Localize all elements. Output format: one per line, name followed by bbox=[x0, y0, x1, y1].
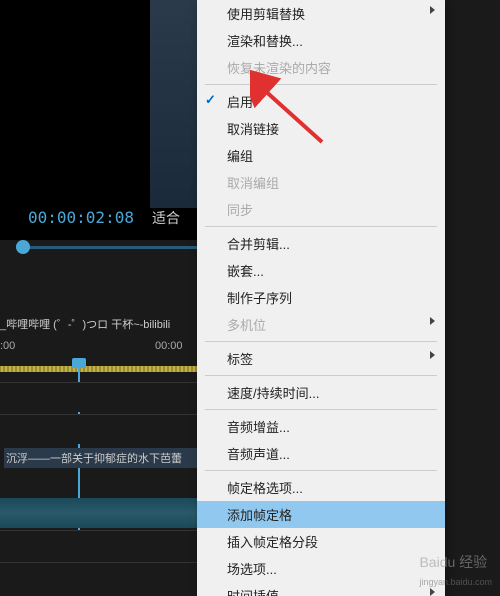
menu-separator bbox=[205, 470, 437, 471]
menu-item-label: 制作子序列 bbox=[227, 291, 292, 306]
video-frame bbox=[150, 0, 200, 208]
sequence-title: _哔哩哔哩 (゜-゜)つロ 干杯~-bilibili bbox=[0, 316, 200, 332]
menu-item: 多机位 bbox=[197, 311, 445, 338]
menu-item-label: 使用剪辑替换 bbox=[227, 7, 305, 22]
video-clip[interactable]: 沉浮——一部关于抑郁症的水下芭蕾 bbox=[4, 448, 200, 468]
menu-item-label: 恢复未渲染的内容 bbox=[227, 61, 331, 76]
menu-item[interactable]: 添加帧定格 bbox=[197, 501, 445, 528]
menu-item-label: 编组 bbox=[227, 149, 253, 164]
menu-item-label: 渲染和替换... bbox=[227, 34, 303, 49]
timecode-display[interactable]: 00:00:02:08 bbox=[28, 208, 134, 227]
menu-item: 恢复未渲染的内容 bbox=[197, 54, 445, 81]
menu-item-label: 合并剪辑... bbox=[227, 237, 290, 252]
menu-item: 取消编组 bbox=[197, 169, 445, 196]
timeline-zoom-bar[interactable] bbox=[0, 366, 200, 372]
menu-item-label: 嵌套... bbox=[227, 264, 264, 279]
menu-item-label: 速度/持续时间... bbox=[227, 386, 319, 401]
time-tick: 00:00 bbox=[155, 340, 183, 352]
menu-item[interactable]: 标签 bbox=[197, 345, 445, 372]
menu-item-label: 多机位 bbox=[227, 318, 266, 333]
time-tick: :00 bbox=[0, 340, 15, 352]
context-menu: 使用剪辑替换渲染和替换... 恢复未渲染的内容 ✓ 启用取消链接编组取消编组同步合并剪… bbox=[197, 0, 445, 596]
menu-item-label: 标签 bbox=[227, 352, 253, 367]
submenu-arrow-icon bbox=[430, 588, 435, 596]
menu-separator bbox=[205, 341, 437, 342]
menu-item[interactable]: 音频声道... bbox=[197, 440, 445, 467]
ruler-handle[interactable] bbox=[16, 240, 30, 254]
menu-item-label: 同步 bbox=[227, 203, 253, 218]
menu-item[interactable]: 取消链接 bbox=[197, 115, 445, 142]
menu-item-label: 时间插值 bbox=[227, 589, 279, 596]
menu-item-label: 启用 bbox=[227, 95, 253, 110]
menu-item-label: 音频增益... bbox=[227, 420, 290, 435]
menu-item-label: 帧定格选项... bbox=[227, 481, 303, 496]
video-track-empty[interactable] bbox=[0, 382, 200, 412]
watermark: Baidu 经验 jingyan.baidu.com bbox=[419, 552, 492, 588]
menu-separator bbox=[205, 84, 437, 85]
audio-track-empty[interactable] bbox=[0, 530, 200, 560]
menu-separator bbox=[205, 226, 437, 227]
submenu-arrow-icon bbox=[430, 351, 435, 359]
menu-item[interactable]: 场选项... bbox=[197, 555, 445, 582]
submenu-arrow-icon bbox=[430, 6, 435, 14]
fit-label[interactable]: 适合 bbox=[152, 208, 180, 228]
zoom-ruler[interactable] bbox=[16, 238, 200, 258]
menu-item[interactable]: 合并剪辑... bbox=[197, 230, 445, 257]
menu-item-label: 取消链接 bbox=[227, 122, 279, 137]
menu-item-label: 插入帧定格分段 bbox=[227, 535, 318, 550]
menu-item-label: 场选项... bbox=[227, 562, 277, 577]
menu-item[interactable]: 编组 bbox=[197, 142, 445, 169]
menu-item[interactable]: 嵌套... bbox=[197, 257, 445, 284]
menu-item[interactable]: 使用剪辑替换 bbox=[197, 0, 445, 27]
checkmark-icon: ✓ bbox=[205, 92, 216, 108]
video-preview-area bbox=[0, 0, 200, 240]
menu-separator bbox=[205, 375, 437, 376]
menu-item-label: 添加帧定格 bbox=[227, 508, 292, 523]
menu-item-label: 音频声道... bbox=[227, 447, 290, 462]
audio-track-empty[interactable] bbox=[0, 562, 200, 592]
menu-item[interactable]: 帧定格选项... bbox=[197, 474, 445, 501]
menu-item[interactable]: 时间插值 bbox=[197, 582, 445, 596]
submenu-arrow-icon bbox=[430, 317, 435, 325]
menu-item: 同步 bbox=[197, 196, 445, 223]
menu-item-label: 取消编组 bbox=[227, 176, 279, 191]
menu-separator bbox=[205, 409, 437, 410]
video-track-empty[interactable] bbox=[0, 414, 200, 444]
audio-track[interactable] bbox=[0, 498, 200, 528]
menu-item[interactable]: ✓ 启用 bbox=[197, 88, 445, 115]
menu-item[interactable]: 制作子序列 bbox=[197, 284, 445, 311]
menu-item[interactable]: 渲染和替换... bbox=[197, 27, 445, 54]
menu-item[interactable]: 音频增益... bbox=[197, 413, 445, 440]
menu-item[interactable]: 速度/持续时间... bbox=[197, 379, 445, 406]
menu-item[interactable]: 插入帧定格分段 bbox=[197, 528, 445, 555]
